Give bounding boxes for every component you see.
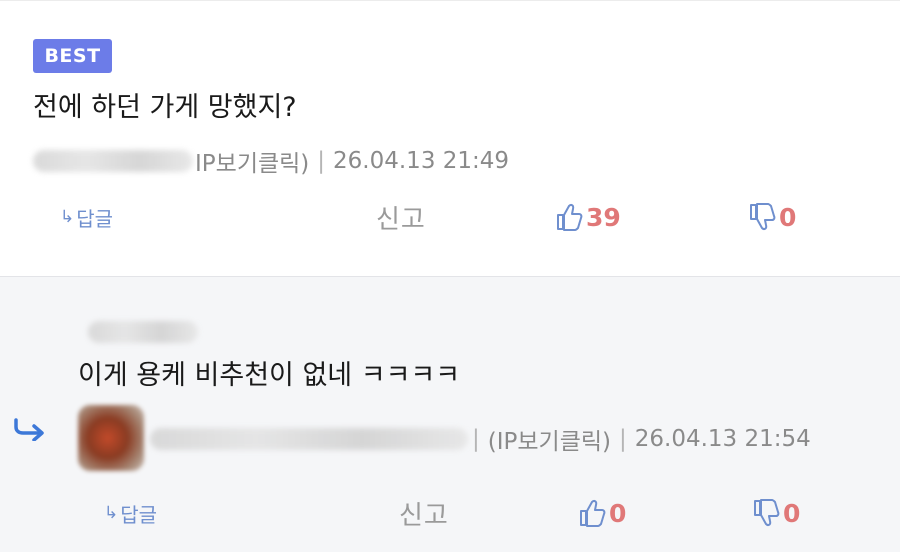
best-comment: BEST 전에 하던 가게 망했지? IP보기클릭) | 26.04.13 21…: [0, 0, 900, 276]
comment-timestamp: 26.04.13 21:49: [333, 148, 510, 174]
reply-author-blurred: [150, 428, 468, 450]
reply-arrow-icon: ↳: [60, 207, 75, 227]
reply-mention-blurred: [88, 321, 198, 343]
meta-separator: |: [619, 426, 627, 452]
comment-actions: ↳ 답글 신고 39 0: [0, 197, 900, 237]
meta-separator: |: [472, 426, 480, 452]
like-button[interactable]: 39: [555, 197, 621, 237]
thumbs-up-icon: [555, 202, 583, 232]
ip-view-link[interactable]: (IP보기클릭): [488, 422, 611, 456]
reply-arrow-icon: ↳: [104, 503, 119, 523]
reply-label: 답글: [120, 502, 158, 527]
reply-timestamp: 26.04.13 21:54: [634, 426, 811, 452]
like-count: 39: [586, 202, 621, 232]
comment-meta: IP보기클릭) | 26.04.13 21:49: [33, 144, 509, 178]
dislike-count: 0: [779, 202, 797, 232]
like-count: 0: [609, 498, 627, 528]
reply-label: 답글: [76, 206, 114, 231]
report-button[interactable]: 신고: [399, 493, 449, 533]
reply-text: 이게 용케 비추천이 없네 ㅋㅋㅋㅋ: [78, 360, 461, 391]
ip-view-link[interactable]: IP보기클릭): [195, 144, 309, 178]
avatar[interactable]: [78, 405, 144, 471]
reply-indicator-icon: [12, 417, 46, 445]
dislike-count: 0: [783, 498, 801, 528]
author-name-blurred: [33, 150, 193, 172]
reply-comment: 이게 용케 비추천이 없네 ㅋㅋㅋㅋ | (IP보기클릭) | 26.04.13…: [0, 276, 900, 552]
dislike-button[interactable]: 0: [748, 197, 796, 237]
reply-button[interactable]: ↳ 답글: [104, 493, 157, 533]
dislike-button[interactable]: 0: [752, 493, 800, 533]
thumbs-up-icon: [578, 498, 606, 528]
best-badge: BEST: [33, 39, 112, 73]
thumbs-down-icon: [748, 202, 776, 232]
meta-separator: |: [317, 148, 326, 174]
like-button[interactable]: 0: [578, 493, 626, 533]
report-button[interactable]: 신고: [376, 197, 426, 237]
thumbs-down-icon: [752, 498, 780, 528]
comment-text: 전에 하던 가게 망했지?: [33, 92, 297, 123]
reply-meta: | (IP보기클릭) | 26.04.13 21:54: [150, 422, 811, 456]
reply-button[interactable]: ↳ 답글: [60, 197, 113, 237]
reply-actions: ↳ 답글 신고 0 0: [0, 493, 900, 533]
